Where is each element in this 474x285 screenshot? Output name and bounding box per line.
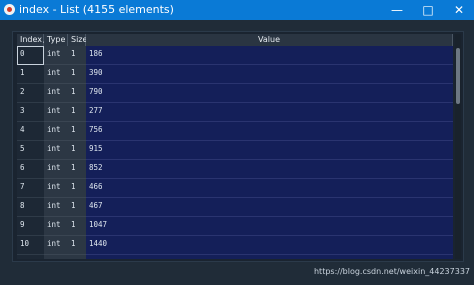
table-row[interactable]: 10 int 1 1440 xyxy=(17,236,453,255)
cell-size[interactable]: 1 xyxy=(68,255,86,259)
table-row[interactable]: 3 int 1 277 xyxy=(17,103,453,122)
cell-type[interactable]: int xyxy=(44,84,68,103)
cell-type[interactable]: int xyxy=(44,103,68,122)
cell-index[interactable]: 5 xyxy=(17,141,44,160)
table-row[interactable]: 1 int 1 390 xyxy=(17,65,453,84)
cell-size[interactable]: 1 xyxy=(68,179,86,198)
list-viewer-panel: Index▲ Type Size Value 0int11861int13902… xyxy=(12,31,464,262)
header-index-label: Index xyxy=(20,35,43,44)
cell-type[interactable]: int xyxy=(44,65,68,84)
cell-index[interactable]: 2 xyxy=(17,84,44,103)
table-row[interactable]: 7 int 1 466 xyxy=(17,179,453,198)
cell-index[interactable]: 3 xyxy=(17,103,44,122)
cell-value[interactable]: 852 xyxy=(86,160,453,179)
table-header: Index▲ Type Size Value xyxy=(17,34,453,46)
table-row[interactable]: 9 int 1 1047 xyxy=(17,217,453,236)
title-bar[interactable]: index - List (4155 elements) — □ ✕ xyxy=(0,0,474,20)
cell-value[interactable]: 186 xyxy=(86,46,453,65)
scrollbar-thumb[interactable] xyxy=(456,48,460,104)
header-size[interactable]: Size xyxy=(68,34,87,46)
cell-type[interactable]: int xyxy=(44,46,68,65)
cell-index[interactable]: 6 xyxy=(17,160,44,179)
cell-value[interactable]: 915 xyxy=(86,141,453,160)
close-button[interactable]: ✕ xyxy=(444,0,474,20)
window-title: index - List (4155 elements) xyxy=(19,3,174,16)
table-row[interactable]: 11int1727 xyxy=(17,255,453,259)
table-row[interactable]: 5 int 1 915 xyxy=(17,141,453,160)
cell-value[interactable]: 467 xyxy=(86,198,453,217)
cell-size[interactable]: 1 xyxy=(68,198,86,217)
header-type[interactable]: Type xyxy=(44,34,68,46)
cell-size[interactable]: 1 xyxy=(68,46,86,65)
cell-value[interactable]: 727 xyxy=(86,255,453,259)
cell-index[interactable]: 4 xyxy=(17,122,44,141)
cell-size[interactable]: 1 xyxy=(68,236,86,255)
cell-value[interactable]: 277 xyxy=(86,103,453,122)
cell-index[interactable]: 0 xyxy=(17,46,44,65)
cell-type[interactable]: int xyxy=(44,141,68,160)
table-row[interactable]: 4 int 1 756 xyxy=(17,122,453,141)
cell-index[interactable]: 1 xyxy=(17,65,44,84)
table-row[interactable]: 0 int 1 186 xyxy=(17,46,453,65)
cell-index[interactable]: 8 xyxy=(17,198,44,217)
cell-value[interactable]: 466 xyxy=(86,179,453,198)
cell-value[interactable]: 1440 xyxy=(86,236,453,255)
cell-type[interactable]: int xyxy=(44,160,68,179)
cell-index[interactable]: 9 xyxy=(17,217,44,236)
cell-index[interactable]: 10 xyxy=(17,236,44,255)
vertical-scrollbar[interactable] xyxy=(455,34,461,259)
cell-size[interactable]: 1 xyxy=(68,217,86,236)
cell-type[interactable]: int xyxy=(44,179,68,198)
cell-value[interactable]: 390 xyxy=(86,65,453,84)
minimize-button[interactable]: — xyxy=(382,0,412,20)
table-row[interactable]: 6 int 1 852 xyxy=(17,160,453,179)
header-value[interactable]: Value xyxy=(86,34,453,46)
maximize-button[interactable]: □ xyxy=(413,0,443,20)
cell-value[interactable]: 1047 xyxy=(86,217,453,236)
table-row[interactable]: 8 int 1 467 xyxy=(17,198,453,217)
cell-type[interactable]: int xyxy=(44,198,68,217)
cell-size[interactable]: 1 xyxy=(68,84,86,103)
cell-type[interactable]: int xyxy=(44,217,68,236)
cell-value[interactable]: 756 xyxy=(86,122,453,141)
cell-value[interactable]: 790 xyxy=(86,84,453,103)
cell-size[interactable]: 1 xyxy=(68,141,86,160)
header-index[interactable]: Index▲ xyxy=(17,34,48,46)
cell-type[interactable]: int xyxy=(44,236,68,255)
watermark-text: https://blog.csdn.net/weixin_44237337 xyxy=(313,267,470,276)
cell-size[interactable]: 1 xyxy=(68,65,86,84)
cell-index[interactable]: 11 xyxy=(17,255,44,259)
cell-size[interactable]: 1 xyxy=(68,160,86,179)
app-icon xyxy=(4,4,15,15)
cell-index[interactable]: 7 xyxy=(17,179,44,198)
cell-type[interactable]: int xyxy=(44,255,68,259)
cell-size[interactable]: 1 xyxy=(68,122,86,141)
table-row[interactable]: 2 int 1 790 xyxy=(17,84,453,103)
data-table[interactable]: Index▲ Type Size Value 0int11861int13902… xyxy=(17,34,453,259)
cell-type[interactable]: int xyxy=(44,122,68,141)
cell-size[interactable]: 1 xyxy=(68,103,86,122)
